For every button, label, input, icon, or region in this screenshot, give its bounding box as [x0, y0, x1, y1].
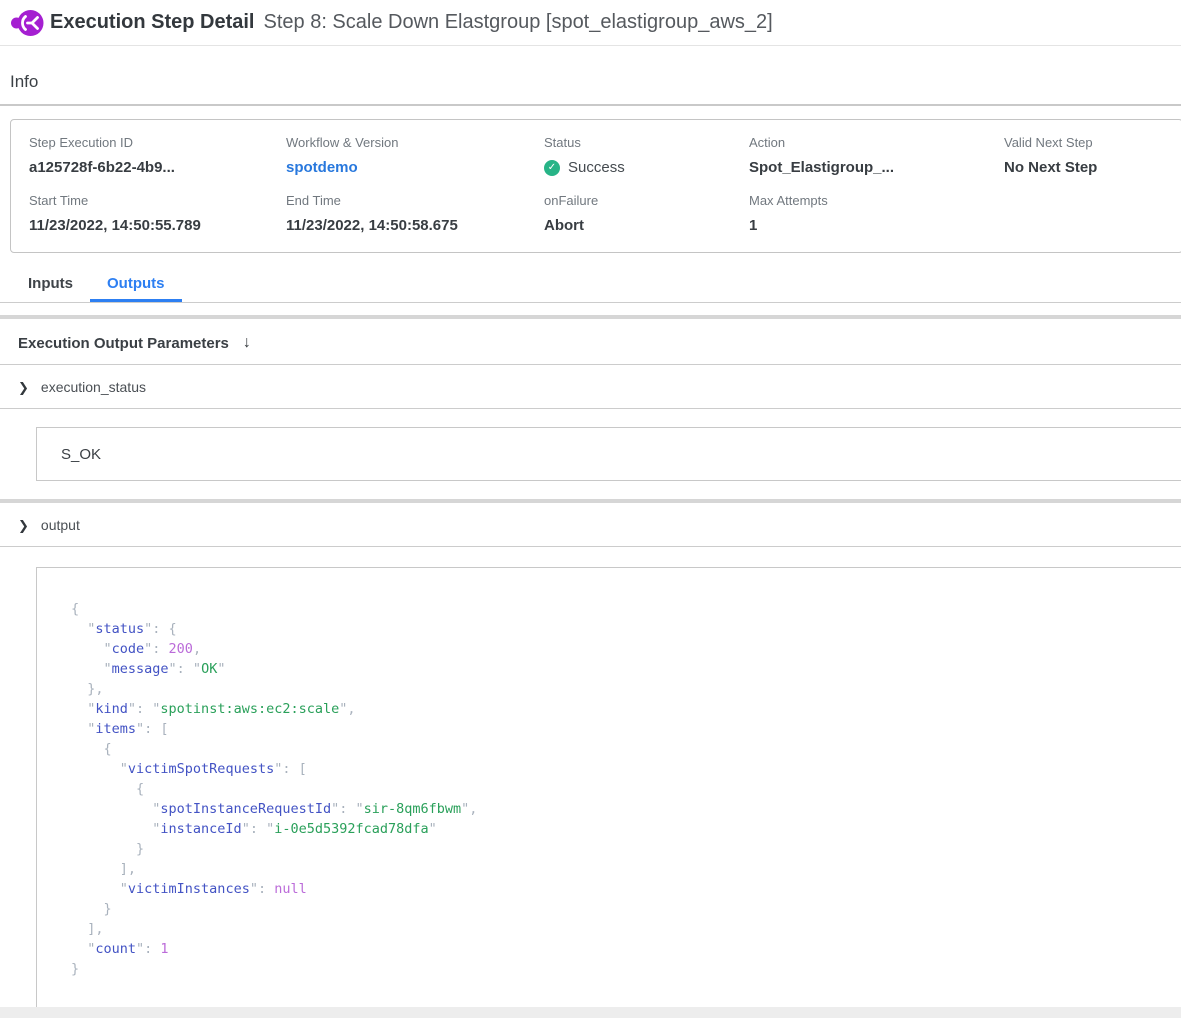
- tab-bar: Inputs Outputs: [0, 270, 1181, 303]
- workflow-link[interactable]: spotdemo: [286, 159, 544, 176]
- field-value: 1: [749, 217, 1004, 234]
- field-label: onFailure: [544, 193, 749, 208]
- field-start-time: Start Time 11/23/2022, 14:50:55.789: [29, 193, 286, 234]
- execution-output-parameters-title: Execution Output Parameters: [18, 335, 229, 352]
- info-grid: Step Execution ID a125728f-6b22-4b9... W…: [29, 135, 1181, 234]
- field-label: Workflow & Version: [286, 135, 544, 150]
- field-status: Status ✓ Success: [544, 135, 749, 176]
- param-row-output[interactable]: ❯ output: [0, 503, 1181, 547]
- tab-inputs[interactable]: Inputs: [11, 270, 90, 302]
- page-title: Execution Step Detail: [50, 11, 255, 34]
- field-step-execution-id: Step Execution ID a125728f-6b22-4b9...: [29, 135, 286, 176]
- page-header: Execution Step Detail Step 8: Scale Down…: [0, 0, 1181, 46]
- output-json-code: { "status": { "code": 200, "message": "O…: [71, 599, 1162, 979]
- field-end-time: End Time 11/23/2022, 14:50:58.675: [286, 193, 544, 234]
- chevron-right-icon[interactable]: ❯: [18, 519, 29, 532]
- spot-logo-icon: [10, 8, 44, 38]
- field-value: Spot_Elastigroup_...: [749, 159, 1004, 176]
- field-value: 11/23/2022, 14:50:58.675: [286, 217, 544, 234]
- field-action: Action Spot_Elastigroup_...: [749, 135, 1004, 176]
- field-value: No Next Step: [1004, 159, 1181, 176]
- field-label: Valid Next Step: [1004, 135, 1181, 150]
- execution-output-parameters-header: Execution Output Parameters ↓: [0, 319, 1181, 365]
- down-arrow-icon[interactable]: ↓: [243, 334, 251, 352]
- execution-step-detail-page: Execution Step Detail Step 8: Scale Down…: [0, 0, 1181, 1018]
- tab-outputs[interactable]: Outputs: [90, 270, 182, 302]
- status-value: ✓ Success: [544, 159, 749, 176]
- bottom-strip: [0, 1007, 1181, 1018]
- info-card: Step Execution ID a125728f-6b22-4b9... W…: [10, 119, 1181, 253]
- check-circle-icon: ✓: [544, 160, 560, 176]
- field-value: a125728f-6b22-4b9...: [29, 159, 286, 176]
- output-json-box: { "status": { "code": 200, "message": "O…: [36, 567, 1181, 1016]
- field-label: End Time: [286, 193, 544, 208]
- field-valid-next-step: Valid Next Step No Next Step: [1004, 135, 1181, 176]
- execution-status-value: S_OK: [61, 446, 101, 463]
- info-section-heading: Info: [0, 46, 1181, 106]
- field-workflow-version: Workflow & Version spotdemo: [286, 135, 544, 176]
- field-value: Abort: [544, 217, 749, 234]
- param-row-execution-status[interactable]: ❯ execution_status: [0, 365, 1181, 409]
- field-onfailure: onFailure Abort: [544, 193, 749, 234]
- field-label: Step Execution ID: [29, 135, 286, 150]
- field-label: Start Time: [29, 193, 286, 208]
- param-name: output: [41, 517, 80, 533]
- param-name: execution_status: [41, 379, 146, 395]
- status-text: Success: [568, 159, 625, 176]
- field-label: Action: [749, 135, 1004, 150]
- field-max-attempts: Max Attempts 1: [749, 193, 1004, 234]
- chevron-right-icon[interactable]: ❯: [18, 381, 29, 394]
- field-label: Max Attempts: [749, 193, 1004, 208]
- field-value: 11/23/2022, 14:50:55.789: [29, 217, 286, 234]
- field-label: Status: [544, 135, 749, 150]
- execution-status-value-box: S_OK: [36, 427, 1181, 481]
- page-subtitle: Step 8: Scale Down Elastgroup [spot_elas…: [264, 11, 773, 34]
